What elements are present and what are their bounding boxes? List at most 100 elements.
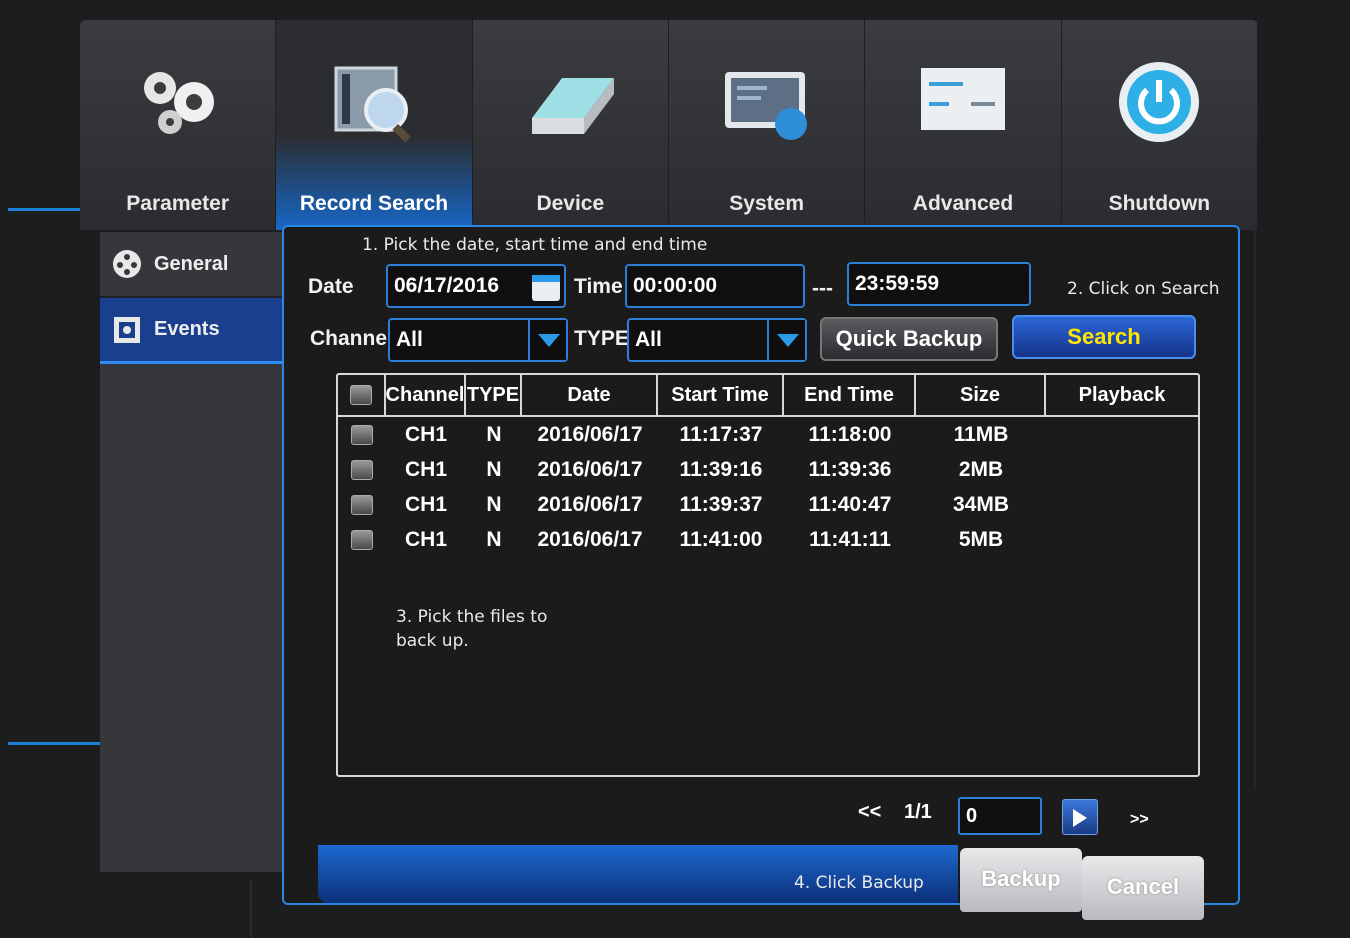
cancel-button[interactable]: Cancel xyxy=(1082,856,1204,920)
start-time-value: 00:00:00 xyxy=(633,274,718,297)
size-cell: 11MB xyxy=(953,422,1009,446)
channel-value: All xyxy=(396,328,423,351)
date-cell: 2016/06/17 xyxy=(537,527,643,551)
sidebar-item-label: General xyxy=(154,252,229,275)
size-cell: 5MB xyxy=(958,527,1004,551)
end-time-cell: 11:40:47 xyxy=(808,492,892,516)
start-time-field[interactable]: 00:00:00 xyxy=(625,264,805,308)
tab-label: Record Search xyxy=(299,192,449,215)
table-row[interactable]: CH1 N 2016/06/17 11:39:37 11:40:47 34MB xyxy=(338,487,1198,522)
hard-drive-icon xyxy=(532,78,615,134)
step1-annotation: 1. Pick the date, start time and end tim… xyxy=(362,235,708,255)
main-tab-bar: Parameter Record Search Device System Ad… xyxy=(80,20,1258,230)
type-cell: N xyxy=(486,422,502,446)
size-cell: 34MB xyxy=(952,492,1010,516)
channel-dropdown-arrow-icon[interactable] xyxy=(528,320,566,360)
row-checkbox[interactable] xyxy=(351,424,373,445)
row-checkbox-cell xyxy=(338,494,386,515)
date-cell: 2016/06/17 xyxy=(537,422,643,446)
prev-page-button[interactable]: << xyxy=(858,801,881,824)
table-row[interactable]: CH1 N 2016/06/17 11:41:00 11:41:11 5MB xyxy=(338,522,1198,557)
row-checkbox[interactable] xyxy=(351,529,373,550)
tab-label: System xyxy=(729,192,804,215)
end-time-cell: 11:18:00 xyxy=(808,422,892,446)
start-time-cell: 11:17:37 xyxy=(679,422,763,446)
tab-label: Device xyxy=(536,192,605,215)
type-cell: N xyxy=(486,527,502,551)
sidebar-item-general[interactable]: General xyxy=(100,232,288,298)
type-value: All xyxy=(635,328,662,351)
select-all-checkbox[interactable] xyxy=(350,385,372,405)
tab-device[interactable]: Device xyxy=(473,20,669,230)
quick-backup-button[interactable]: Quick Backup xyxy=(820,317,998,361)
background-line xyxy=(250,880,252,938)
channel-cell: CH1 xyxy=(404,457,447,481)
row-checkbox-cell xyxy=(338,459,386,480)
type-cell: N xyxy=(486,492,502,516)
tab-shutdown[interactable]: Shutdown xyxy=(1062,20,1258,230)
backup-button[interactable]: Backup xyxy=(960,848,1082,912)
calendar-icon[interactable] xyxy=(528,269,564,305)
background-line xyxy=(8,208,88,211)
channel-label: Channel xyxy=(310,327,393,350)
tab-label: Parameter xyxy=(126,192,230,215)
time-separator: --- xyxy=(812,277,833,300)
column-header: Start Time xyxy=(658,375,784,415)
search-button[interactable]: Search xyxy=(1012,315,1196,359)
time-label: Time xyxy=(574,275,623,298)
gears-icon xyxy=(143,72,214,134)
record-search-icon xyxy=(334,66,411,143)
end-time-cell: 11:39:36 xyxy=(808,457,892,481)
start-time-cell: 11:39:37 xyxy=(679,492,763,516)
page-number-value: 0 xyxy=(966,805,978,827)
tab-advanced[interactable]: Advanced xyxy=(865,20,1062,230)
page-indicator: 1/1 xyxy=(904,801,932,823)
tab-record-search[interactable]: Record Search xyxy=(276,20,473,230)
type-dropdown-arrow-icon[interactable] xyxy=(767,320,805,360)
events-panel: 1. Pick the date, start time and end tim… xyxy=(282,225,1240,905)
start-time-cell: 11:39:16 xyxy=(679,457,763,481)
tab-system[interactable]: System xyxy=(669,20,866,230)
date-value: 06/17/2016 xyxy=(394,274,500,297)
type-cell: N xyxy=(486,457,502,481)
tab-label: Advanced xyxy=(912,192,1014,215)
power-icon xyxy=(1119,62,1200,142)
film-reel-icon xyxy=(113,250,141,278)
end-time-value: 23:59:59 xyxy=(855,272,940,295)
column-header: End Time xyxy=(784,375,916,415)
tab-parameter[interactable]: Parameter xyxy=(80,20,277,230)
system-info-icon xyxy=(724,72,807,140)
channel-cell: CH1 xyxy=(404,492,447,516)
sidebar: General Events xyxy=(100,232,288,872)
column-header: Date xyxy=(522,375,658,415)
type-label: TYPE xyxy=(574,327,629,350)
tab-label: Shutdown xyxy=(1108,192,1211,215)
start-time-cell: 11:41:00 xyxy=(679,527,763,551)
table-row[interactable]: CH1 N 2016/06/17 11:39:16 11:39:36 2MB xyxy=(338,452,1198,487)
footer-bar: 4. Click Backup xyxy=(318,845,958,903)
row-checkbox-cell xyxy=(338,529,386,550)
page-number-input[interactable]: 0 xyxy=(958,797,1042,835)
step2-annotation: 2. Click on Search xyxy=(1067,279,1220,299)
table-row[interactable]: CH1 N 2016/06/17 11:17:37 11:18:00 11MB xyxy=(338,417,1198,452)
end-time-cell: 11:41:11 xyxy=(809,527,891,551)
size-cell: 2MB xyxy=(958,457,1004,481)
step3-annotation-line1: 3. Pick the files to xyxy=(396,607,548,627)
next-page-button[interactable]: >> xyxy=(1130,811,1149,829)
column-header: Playback xyxy=(1078,383,1166,406)
film-strip-icon xyxy=(114,316,140,343)
channel-cell: CH1 xyxy=(404,527,447,551)
row-checkbox[interactable] xyxy=(351,494,373,515)
events-table: Channel TYPE Date Start Time End Time Si… xyxy=(336,373,1200,777)
table-header: Channel TYPE Date Start Time End Time Si… xyxy=(338,375,1198,417)
date-cell: 2016/06/17 xyxy=(537,457,643,481)
row-checkbox-cell xyxy=(338,424,386,445)
go-page-arrow-icon[interactable] xyxy=(1062,799,1098,835)
sidebar-item-label: Events xyxy=(154,318,220,340)
column-header: Size xyxy=(916,375,1046,415)
sidebar-item-events[interactable]: Events xyxy=(100,298,288,364)
row-checkbox[interactable] xyxy=(351,459,373,480)
column-header: TYPE xyxy=(466,375,522,415)
date-label: Date xyxy=(308,275,354,298)
end-time-field[interactable]: 23:59:59 xyxy=(847,262,1031,306)
